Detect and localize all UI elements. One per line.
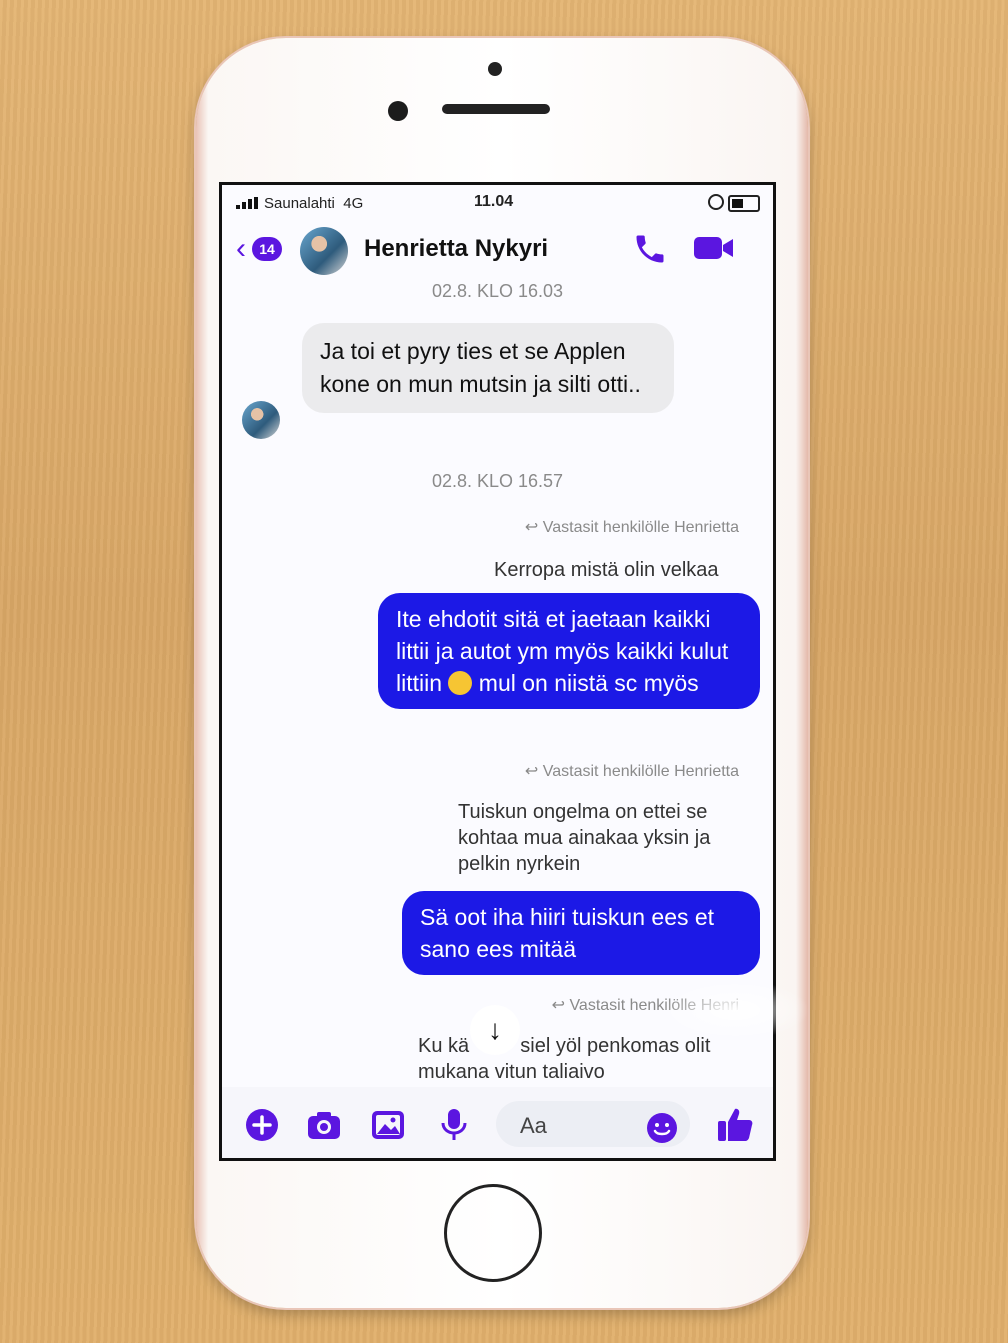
scroll-down-button[interactable]: ↓ bbox=[470, 1005, 520, 1055]
reply-indicator-text: Vastasit henkilölle Henrietta bbox=[542, 763, 739, 780]
battery-icon bbox=[728, 195, 760, 212]
plus-circle-icon[interactable] bbox=[244, 1107, 280, 1143]
signal-icon bbox=[236, 197, 260, 209]
chevron-left-icon: ‹ bbox=[236, 232, 246, 265]
chat-header: ‹ 14 Henrietta Nykyri bbox=[222, 221, 773, 281]
carrier-name: Saunalahti bbox=[264, 195, 335, 212]
composer-bar: Aa bbox=[222, 1087, 773, 1158]
quoted-message[interactable]: Kerropa mistä olin velkaa bbox=[494, 557, 719, 583]
quoted-message-text: Ku kä bbox=[418, 1035, 470, 1057]
video-call-icon[interactable] bbox=[692, 233, 736, 263]
network-type: 4G bbox=[343, 195, 364, 212]
phone-call-icon[interactable] bbox=[632, 231, 668, 267]
home-button[interactable] bbox=[444, 1184, 542, 1282]
emoji-icon[interactable] bbox=[646, 1112, 678, 1144]
smiley-emoji-icon bbox=[448, 671, 473, 695]
outgoing-message-text: mul on niistä sc myös bbox=[478, 670, 699, 696]
incoming-message[interactable]: Ja toi et pyry ties et se Applen kone on… bbox=[302, 323, 674, 413]
reply-indicator: ↩ Vastasit henkilölle Henrietta bbox=[524, 763, 739, 780]
quoted-message[interactable]: Tuiskun ongelma on ettei se kohtaa mua a… bbox=[458, 799, 748, 877]
reply-indicator-text: Vastasit henkilölle Henrietta bbox=[542, 519, 739, 536]
unread-badge: 14 bbox=[252, 237, 282, 261]
camera-icon[interactable] bbox=[306, 1107, 342, 1143]
sender-avatar bbox=[242, 401, 280, 439]
proximity-sensor bbox=[488, 62, 502, 76]
contact-name[interactable]: Henrietta Nykyri bbox=[364, 235, 548, 263]
back-button[interactable]: ‹ 14 bbox=[236, 231, 288, 267]
microphone-icon[interactable] bbox=[436, 1107, 472, 1143]
quoted-message[interactable]: Ku kä siel yöl penkomas olit mukana vitu… bbox=[418, 1033, 748, 1085]
outgoing-message[interactable]: Ite ehdotit sitä et jaetaan kaikki litti… bbox=[378, 593, 760, 709]
timestamp: 02.8. KLO 16.03 bbox=[431, 281, 564, 301]
contact-avatar[interactable] bbox=[300, 227, 348, 275]
reply-indicator: ↩ Vastasit henkilölle Henrietta bbox=[524, 519, 739, 536]
rotation-lock-icon bbox=[708, 194, 724, 210]
earpiece-speaker bbox=[442, 104, 550, 114]
status-time: 11.04 bbox=[474, 193, 514, 210]
screen-glare bbox=[660, 980, 810, 1040]
thumbs-up-icon[interactable] bbox=[716, 1105, 754, 1143]
front-camera bbox=[388, 101, 408, 121]
outgoing-message[interactable]: Sä oot iha hiiri tuiskun ees et sano ees… bbox=[402, 891, 760, 975]
gallery-icon[interactable] bbox=[370, 1107, 406, 1143]
message-input-placeholder: Aa bbox=[520, 1113, 547, 1138]
timestamp: 02.8. KLO 16.57 bbox=[431, 471, 564, 491]
message-list[interactable]: 02.8. KLO 16.03 Ja toi et pyry ties et s… bbox=[222, 281, 773, 1087]
status-bar: Saunalahti 4G 11.04 bbox=[222, 185, 773, 221]
